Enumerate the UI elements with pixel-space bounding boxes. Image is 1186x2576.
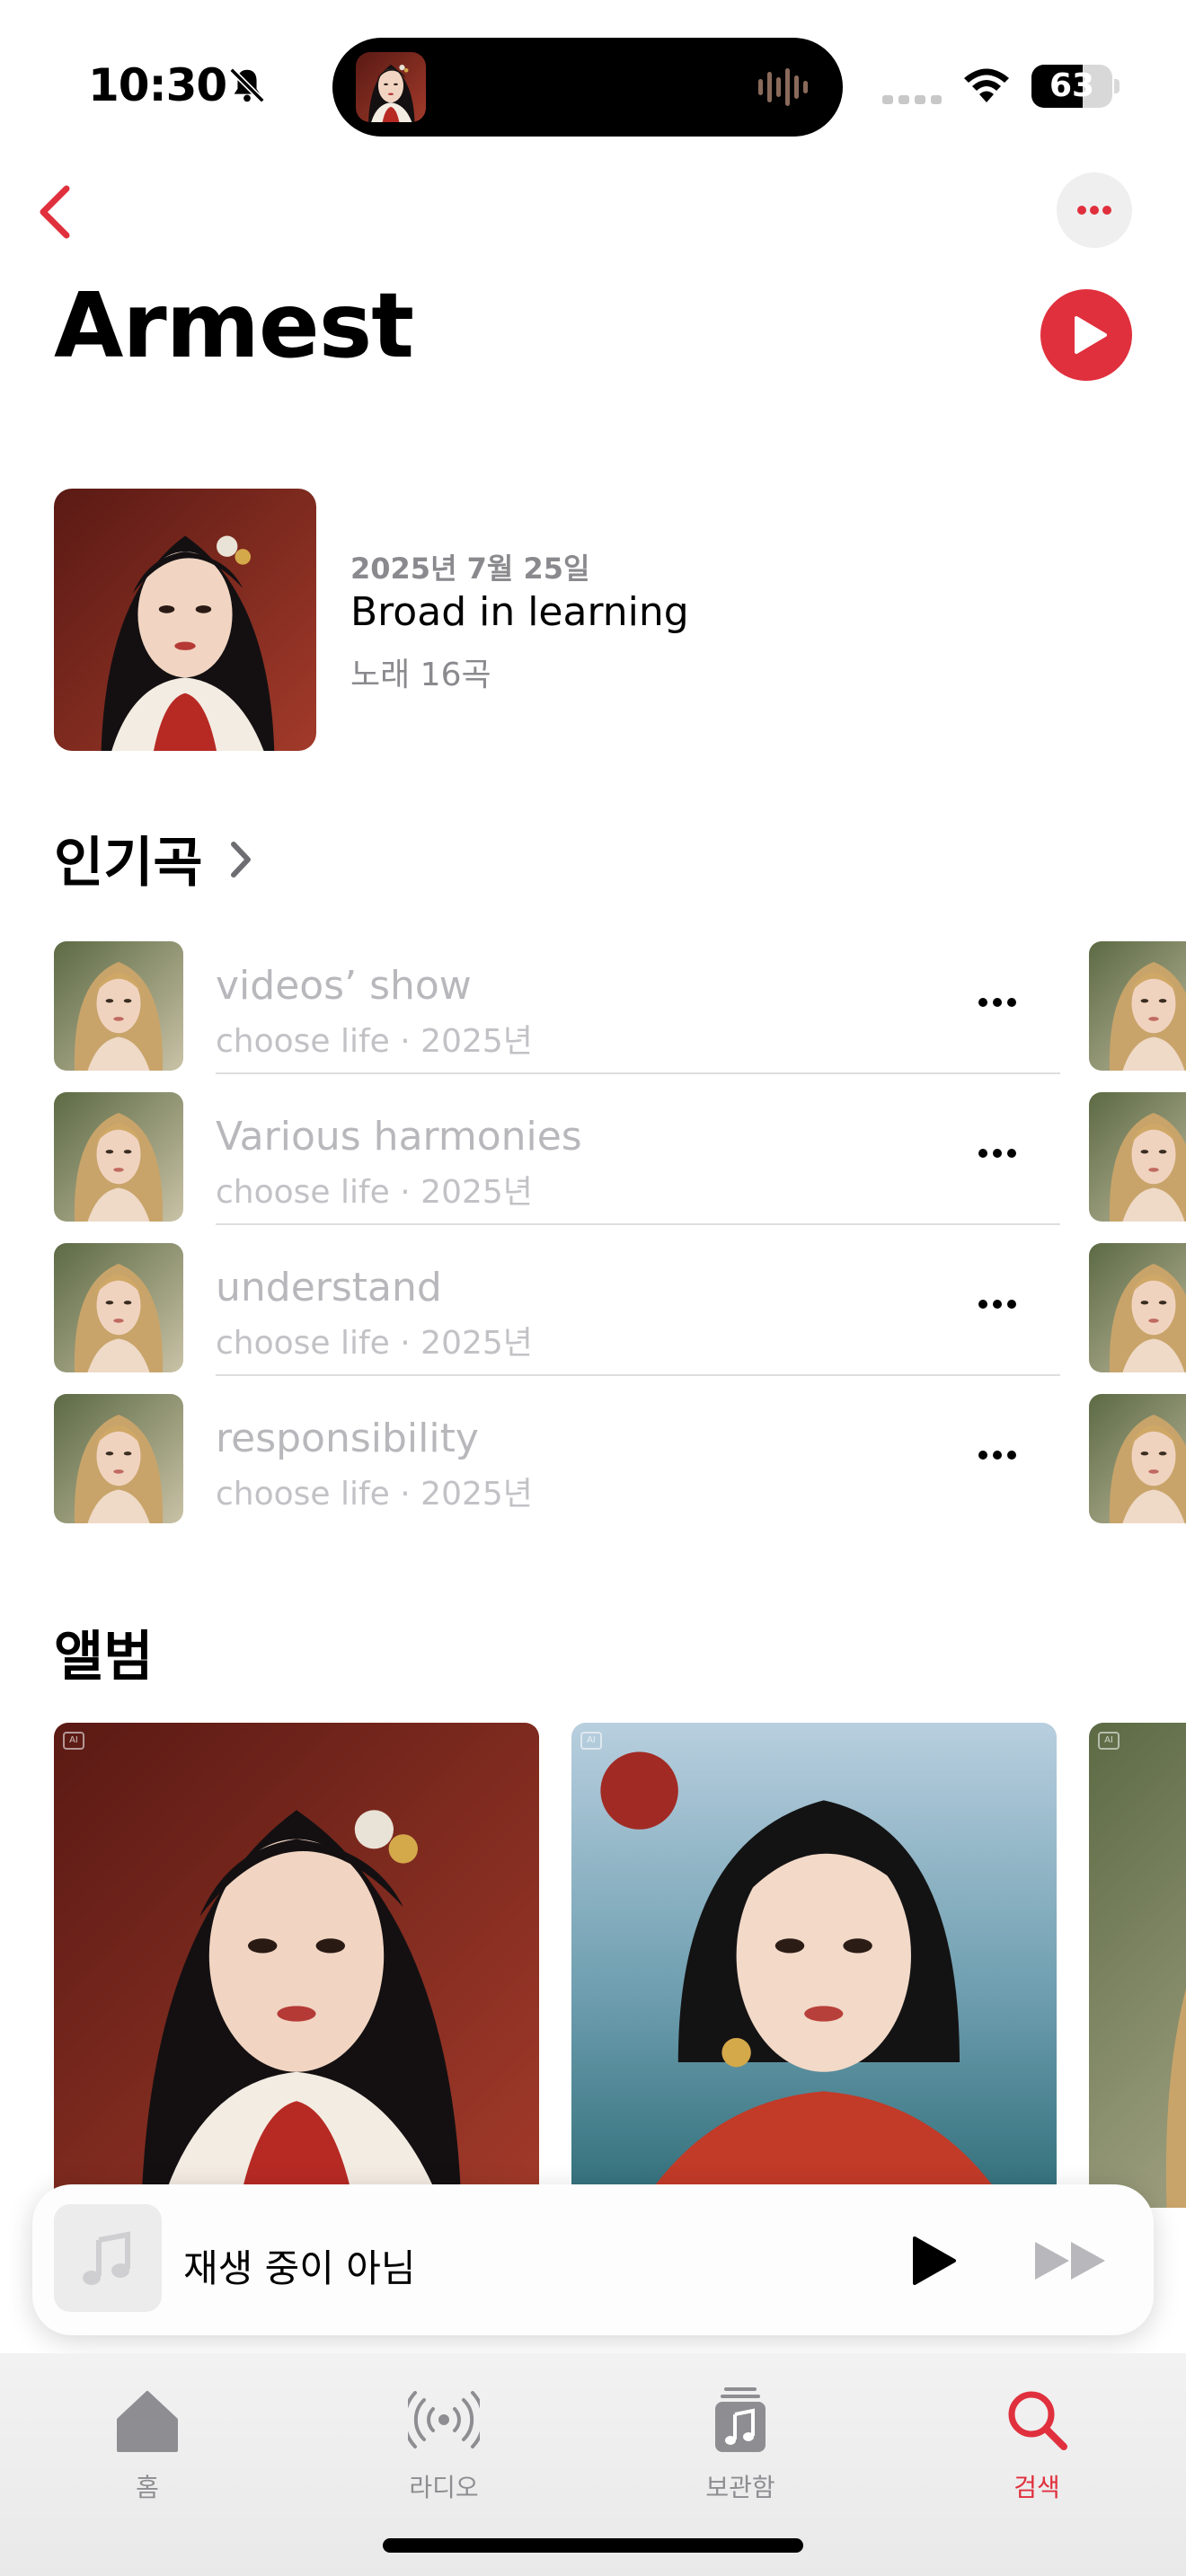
more-options-button[interactable]	[1057, 172, 1132, 248]
bell-slash-icon	[229, 67, 265, 103]
song-subtitle: choose life · 2025년	[216, 1325, 533, 1362]
song-row[interactable]: understand choose life · 2025년	[54, 1223, 1060, 1376]
status-bar: 10:30 63	[0, 0, 1186, 162]
song-artwork	[54, 941, 183, 1071]
song-row[interactable]: responsibility choose life · 2025년	[54, 1374, 1060, 1525]
ellipsis-icon	[1077, 206, 1111, 215]
search-icon	[1008, 2391, 1067, 2450]
song-title: Various harmonies	[216, 1114, 582, 1160]
albums-heading: 앨범	[54, 1626, 154, 1689]
song-more-button[interactable]	[952, 975, 1042, 1029]
waveform-icon	[758, 68, 808, 106]
song-subtitle: choose life · 2025년	[216, 1023, 533, 1060]
song-artwork-next-column[interactable]	[1089, 941, 1186, 1071]
song-artwork	[54, 1092, 183, 1222]
tab-search[interactable]: 검색	[947, 2371, 1127, 2506]
tab-label: 검색	[1013, 2473, 1060, 2502]
song-subtitle: choose life · 2025년	[216, 1174, 533, 1211]
song-artwork-next-column[interactable]	[1089, 1092, 1186, 1222]
song-title: responsibility	[216, 1416, 479, 1461]
tab-label: 홈	[136, 2473, 159, 2502]
song-title: videos’ show	[216, 963, 472, 1009]
song-row[interactable]: Various harmonies choose life · 2025년	[54, 1072, 1060, 1225]
home-indicator[interactable]	[383, 2538, 803, 2553]
artist-name: Armest	[54, 273, 414, 378]
tab-home[interactable]: 홈	[58, 2371, 237, 2506]
song-artwork	[54, 1394, 183, 1523]
chevron-right-icon[interactable]	[225, 837, 257, 882]
song-subtitle: choose life · 2025년	[216, 1476, 533, 1513]
album-card[interactable]: AI	[1089, 1723, 1186, 2208]
next-track-button[interactable]	[1030, 2235, 1112, 2287]
song-more-button[interactable]	[952, 1126, 1042, 1180]
album-card[interactable]: AI	[571, 1723, 1057, 2208]
status-time: 10:30	[88, 59, 227, 111]
tab-label: 보관함	[705, 2473, 775, 2502]
dynamic-island[interactable]	[332, 38, 843, 137]
song-title: understand	[216, 1265, 442, 1310]
top-songs-heading[interactable]: 인기곡	[54, 819, 203, 897]
mini-play-button[interactable]	[900, 2229, 963, 2292]
ai-badge: AI	[580, 1732, 602, 1750]
song-more-button[interactable]	[952, 1428, 1042, 1482]
latest-release-artwork	[54, 489, 316, 751]
play-icon	[1075, 316, 1107, 354]
song-artwork	[54, 1243, 183, 1372]
ai-badge: AI	[1098, 1732, 1120, 1750]
release-song-count: 노래 16곡	[350, 657, 491, 693]
song-artwork-next-column[interactable]	[1089, 1394, 1186, 1523]
release-title: Broad in learning	[350, 589, 689, 635]
tab-radio[interactable]: 라디오	[354, 2371, 534, 2506]
music-note-icon	[83, 2231, 130, 2285]
battery-percent: 63	[1049, 67, 1095, 104]
song-artwork-next-column[interactable]	[1089, 1243, 1186, 1372]
latest-release[interactable]: 2025년 7월 25일 Broad in learning 노래 16곡	[54, 489, 1132, 751]
album-card[interactable]: AI	[54, 1723, 539, 2208]
radio-icon	[408, 2391, 480, 2448]
house-icon	[117, 2391, 178, 2452]
release-date: 2025년 7월 25일	[350, 551, 590, 586]
mini-player-artwork	[54, 2204, 162, 2312]
mini-player[interactable]: 재생 중이 아님	[32, 2184, 1154, 2335]
wifi-icon	[964, 68, 1009, 102]
back-button[interactable]	[31, 180, 84, 244]
cellular-signal-icon	[882, 95, 942, 104]
library-icon	[715, 2387, 766, 2452]
ai-badge: AI	[63, 1732, 84, 1750]
island-album-art	[356, 52, 426, 122]
tab-library[interactable]: 보관함	[651, 2371, 830, 2506]
song-row[interactable]: videos’ show choose life · 2025년	[54, 922, 1060, 1074]
battery-indicator: 63	[1031, 65, 1121, 108]
play-button[interactable]	[1040, 289, 1132, 381]
song-more-button[interactable]	[952, 1277, 1042, 1331]
now-playing-title: 재생 중이 아님	[183, 2246, 416, 2290]
tab-label: 라디오	[409, 2473, 479, 2502]
